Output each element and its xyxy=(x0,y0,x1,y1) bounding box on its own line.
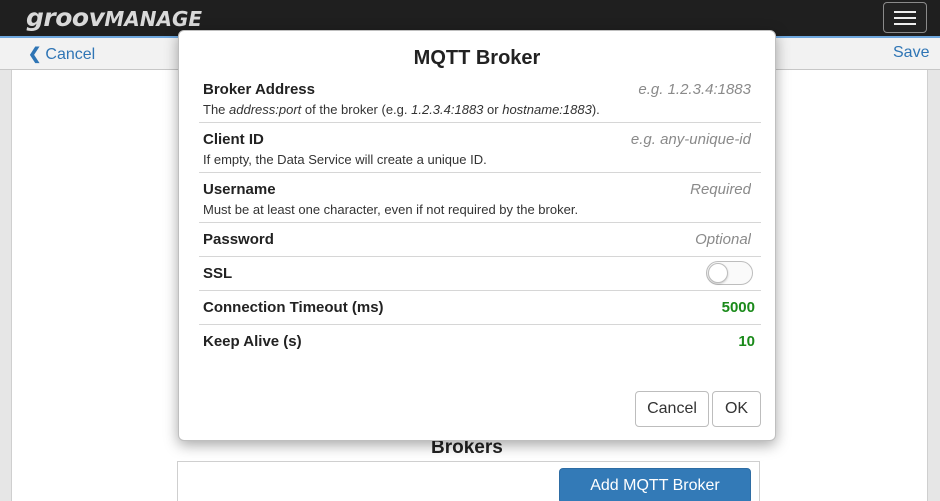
ssl-toggle[interactable] xyxy=(706,261,753,285)
username-row: Username Must be at least one character,… xyxy=(199,173,761,223)
ssl-row: SSL xyxy=(199,257,761,291)
client-id-label: Client ID xyxy=(203,131,264,148)
help-text: ). xyxy=(591,102,600,117)
password-label: Password xyxy=(203,231,274,248)
username-input[interactable] xyxy=(531,181,751,198)
broker-address-input[interactable] xyxy=(531,81,751,98)
help-text-em: hostname:1883 xyxy=(502,102,592,117)
connection-timeout-input[interactable] xyxy=(635,299,755,316)
password-input[interactable] xyxy=(531,231,751,248)
broker-address-help: The address:port of the broker (e.g. 1.2… xyxy=(203,102,600,117)
client-id-row: Client ID If empty, the Data Service wil… xyxy=(199,123,761,173)
help-text: or xyxy=(483,102,503,117)
help-text-em: address:port xyxy=(229,102,302,117)
connection-timeout-row: Connection Timeout (ms) xyxy=(199,291,761,325)
keep-alive-input[interactable] xyxy=(635,333,755,350)
username-label: Username xyxy=(203,181,276,198)
password-row: Password xyxy=(199,223,761,257)
help-text: of the broker (e.g. xyxy=(301,102,412,117)
client-id-help: If empty, the Data Service will create a… xyxy=(203,152,487,167)
dialog-ok-button[interactable]: OK xyxy=(712,391,761,427)
ssl-label: SSL xyxy=(203,265,233,282)
client-id-input[interactable] xyxy=(531,131,751,148)
keep-alive-row: Keep Alive (s) xyxy=(199,325,761,359)
help-text: The xyxy=(203,102,230,117)
broker-address-label: Broker Address xyxy=(203,81,315,98)
username-help: Must be at least one character, even if … xyxy=(203,202,579,217)
toggle-knob xyxy=(708,263,728,283)
help-text-em: 1.2.3.4:1883 xyxy=(411,102,484,117)
dialog-cancel-button[interactable]: Cancel xyxy=(635,391,709,427)
keep-alive-label: Keep Alive (s) xyxy=(203,333,302,350)
mqtt-broker-dialog: MQTT Broker Broker Address The address:p… xyxy=(178,30,776,441)
dialog-title: MQTT Broker xyxy=(413,47,541,69)
connection-timeout-label: Connection Timeout (ms) xyxy=(203,299,384,316)
broker-address-row: Broker Address The address:port of the b… xyxy=(199,77,761,123)
